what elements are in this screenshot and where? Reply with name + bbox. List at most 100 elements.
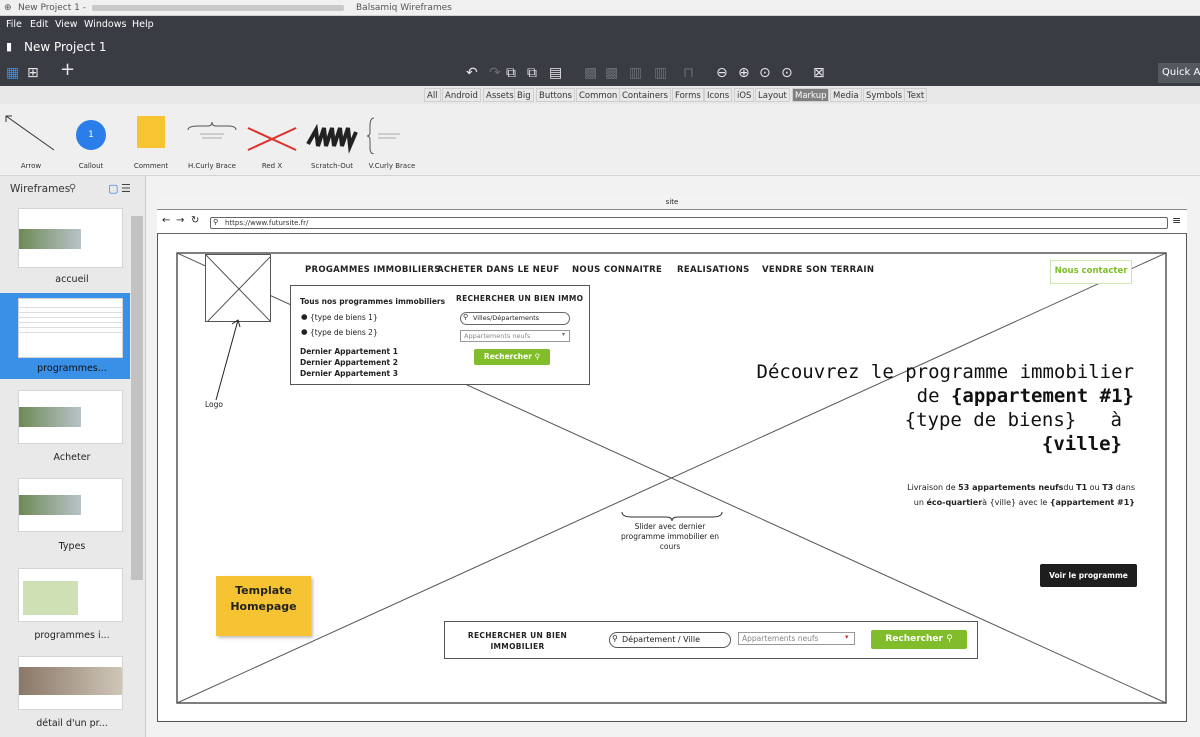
library-item-scratch-out[interactable]: Scratch-Out bbox=[304, 110, 360, 170]
project-bar: ▮ New Project 1 bbox=[0, 34, 1200, 60]
thumbnail-view-icon[interactable]: ▢ bbox=[108, 182, 118, 195]
cat-buttons[interactable]: Buttons bbox=[536, 88, 575, 102]
menu-file[interactable]: File bbox=[6, 16, 22, 34]
navigator-scrollbar[interactable] bbox=[131, 216, 143, 580]
text-bold: T3 bbox=[1102, 483, 1114, 492]
hero-line-3-suffix: à bbox=[1110, 409, 1122, 431]
library-item-comment[interactable]: Comment bbox=[130, 110, 172, 170]
menu-view[interactable]: View bbox=[55, 16, 78, 34]
city-search-input[interactable]: Villes/Départements bbox=[460, 312, 570, 325]
nav-programmes[interactable]: PROGAMMES IMMOBILIERS bbox=[305, 265, 441, 275]
list-view-icon[interactable]: ☰ bbox=[121, 182, 131, 195]
library-item-v-curly-brace[interactable]: V.Curly Brace bbox=[366, 110, 418, 170]
page-thumb-programmes-i[interactable] bbox=[18, 568, 123, 622]
paste-icon[interactable]: ▤ bbox=[549, 64, 562, 82]
zoom-in-icon[interactable]: ⊕ bbox=[738, 64, 750, 82]
cat-symbols[interactable]: Symbols bbox=[863, 88, 906, 102]
library-label: Comment bbox=[133, 162, 169, 170]
library-label: Arrow bbox=[20, 162, 42, 170]
menu-help[interactable]: Help bbox=[132, 16, 154, 34]
single-view-icon[interactable]: ▦ bbox=[6, 64, 19, 82]
menu-bullet-item[interactable]: {type de biens 2} bbox=[310, 328, 378, 337]
department-search-input[interactable]: Département / Ville bbox=[609, 632, 731, 648]
forward-arrow-icon[interactable]: → bbox=[176, 215, 184, 226]
library-item-h-curly-brace[interactable]: H.Curly Brace bbox=[184, 110, 240, 170]
page-label[interactable]: accueil bbox=[0, 274, 144, 285]
library-label: Red X bbox=[261, 162, 283, 170]
cat-ios[interactable]: iOS bbox=[734, 88, 755, 102]
voir-programme-button[interactable]: Voir le programme bbox=[1040, 564, 1137, 587]
back-arrow-icon[interactable]: ← bbox=[162, 215, 170, 226]
menu-edit[interactable]: Edit bbox=[30, 16, 48, 34]
cat-layout[interactable]: Layout bbox=[755, 88, 790, 102]
cat-icons[interactable]: Icons bbox=[704, 88, 733, 102]
sticky-note[interactable]: Template Homepage bbox=[216, 576, 311, 636]
page-label[interactable]: programmes i... bbox=[0, 630, 144, 641]
page-thumb-accueil[interactable] bbox=[18, 208, 123, 268]
project-name[interactable]: New Project 1 bbox=[24, 34, 107, 60]
lock-icon[interactable]: ⊓ bbox=[683, 64, 694, 82]
cat-text[interactable]: Text bbox=[904, 88, 928, 102]
property-type-select[interactable]: Appartements neufs bbox=[460, 330, 570, 342]
menu-windows[interactable]: Windows bbox=[84, 16, 126, 34]
menu-recent-item[interactable]: Dernier Appartement 2 bbox=[300, 358, 398, 367]
bottom-property-select[interactable]: Appartements neufs bbox=[738, 632, 855, 645]
hero-line-2-prefix: de bbox=[916, 385, 951, 407]
page-label[interactable]: détail d'un pr... bbox=[0, 718, 144, 729]
page-thumb-programmes[interactable] bbox=[18, 298, 123, 358]
contact-button[interactable]: Nous contacter bbox=[1050, 260, 1132, 284]
menu-search-button[interactable]: Rechercher ⚲ bbox=[474, 349, 550, 365]
page-label[interactable]: Acheter bbox=[0, 452, 144, 463]
cat-forms[interactable]: Forms bbox=[672, 88, 704, 102]
undo-icon[interactable]: ↶ bbox=[466, 64, 478, 82]
zoom-actual-icon[interactable]: ⊙ bbox=[759, 64, 771, 82]
nav-nous-connaitre[interactable]: NOUS CONNAITRE bbox=[572, 265, 662, 275]
cat-assets[interactable]: Assets bbox=[483, 88, 517, 102]
browser-menu-icon[interactable]: ≡ bbox=[1172, 214, 1181, 227]
text-bold: {appartement #1} bbox=[1049, 498, 1135, 507]
cut-icon[interactable]: ⧉ bbox=[506, 64, 516, 82]
menu-recent-item[interactable]: Dernier Appartement 1 bbox=[300, 347, 398, 356]
button-label: Rechercher bbox=[483, 352, 532, 361]
delete-icon[interactable]: ⊠ bbox=[813, 64, 825, 82]
menu-recent-item[interactable]: Dernier Appartement 3 bbox=[300, 369, 398, 378]
hero-line-3: {type de biens} bbox=[904, 409, 1077, 431]
cat-containers[interactable]: Containers bbox=[619, 88, 671, 102]
ungroup-icon[interactable]: ▩ bbox=[605, 64, 618, 82]
bring-front-icon[interactable]: ▥ bbox=[629, 64, 642, 82]
cat-big[interactable]: Big bbox=[514, 88, 534, 102]
send-back-icon[interactable]: ▥ bbox=[654, 64, 667, 82]
menu-bullet-item[interactable]: {type de biens 1} bbox=[310, 313, 378, 322]
page-thumb-detail[interactable] bbox=[18, 656, 123, 710]
copy-icon[interactable]: ⧉ bbox=[527, 64, 537, 82]
cat-markup[interactable]: Markup bbox=[792, 88, 830, 102]
page-label[interactable]: programmes... bbox=[0, 363, 144, 374]
cat-all[interactable]: All bbox=[424, 88, 441, 102]
library-item-arrow[interactable]: Arrow bbox=[4, 110, 58, 170]
cat-android[interactable]: Android bbox=[442, 88, 481, 102]
bottom-search-button[interactable]: Rechercher ⚲ bbox=[871, 630, 967, 649]
cat-common[interactable]: Common bbox=[576, 88, 621, 102]
zoom-fit-icon[interactable]: ⊙ bbox=[781, 64, 793, 82]
text-part: à {ville} avec le bbox=[982, 498, 1050, 507]
reload-icon[interactable]: ↻ bbox=[191, 215, 199, 226]
redo-icon[interactable]: ↷ bbox=[489, 64, 501, 82]
library-item-red-x[interactable]: Red X bbox=[244, 110, 300, 170]
text-bold: T1 bbox=[1076, 483, 1088, 492]
library-item-callout[interactable]: 1 Callout bbox=[70, 110, 112, 170]
zoom-out-icon[interactable]: ⊖ bbox=[716, 64, 728, 82]
grid-view-icon[interactable]: ⊞ bbox=[27, 64, 39, 82]
nav-acheter[interactable]: ACHETER DANS LE NEUF bbox=[437, 265, 560, 275]
nav-realisations[interactable]: REALISATIONS bbox=[677, 265, 750, 275]
cat-media[interactable]: Media bbox=[830, 88, 862, 102]
page-label[interactable]: Types bbox=[0, 541, 144, 552]
page-thumb-acheter[interactable] bbox=[18, 390, 123, 444]
nav-vendre-terrain[interactable]: VENDRE SON TERRAIN bbox=[762, 265, 874, 275]
page-tree-icon[interactable]: ⚲ bbox=[69, 183, 76, 194]
hero-heading: Découvrez le programme immobilier de {ap… bbox=[700, 360, 1135, 456]
page-thumb-types[interactable] bbox=[18, 478, 123, 532]
add-wireframe-icon[interactable]: + bbox=[60, 61, 75, 79]
group-icon[interactable]: ▩ bbox=[584, 64, 597, 82]
url-field[interactable]: https://www.futursite.fr/ bbox=[210, 217, 1168, 229]
quick-add-button[interactable]: Quick A bbox=[1158, 63, 1200, 83]
